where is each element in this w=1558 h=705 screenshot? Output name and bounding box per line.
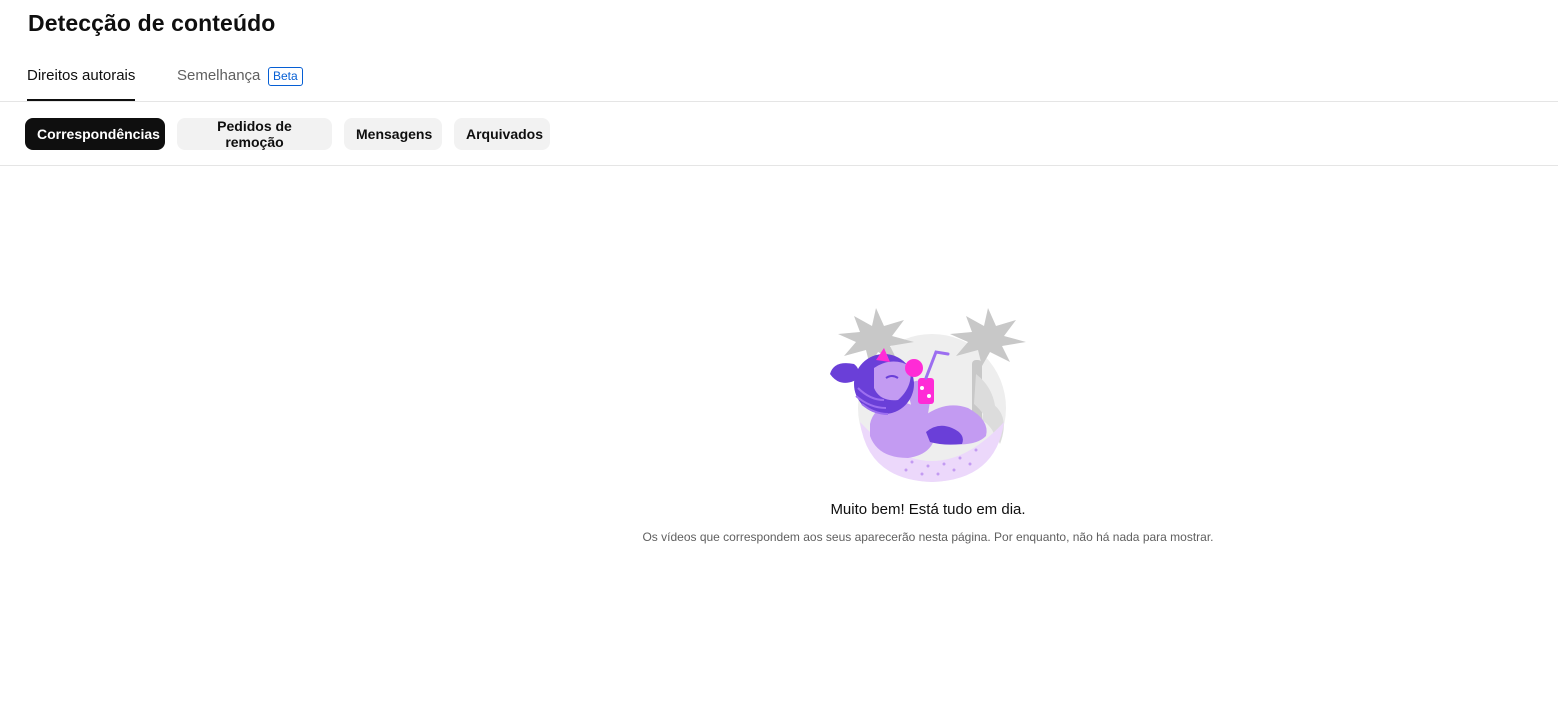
chip-archived[interactable]: Arquivados: [454, 118, 550, 150]
chip-matches[interactable]: Correspondências: [25, 118, 165, 150]
empty-state-subtitle: Os vídeos que correspondem aos seus apar…: [642, 530, 1214, 544]
tab-copyright[interactable]: Direitos autorais: [27, 52, 136, 101]
filter-chip-bar: Correspondências Pedidos de remoção Mens…: [0, 101, 1558, 166]
chip-removal-requests[interactable]: Pedidos de remoção: [177, 118, 332, 150]
chip-messages[interactable]: Mensagens: [344, 118, 442, 150]
empty-state-title: Muito bem! Está tudo em dia.: [830, 501, 1026, 518]
tab-likeness[interactable]: Semelhança: [177, 52, 260, 100]
relaxing-person-hammock-illustration: [830, 308, 1026, 482]
beta-badge: Beta: [268, 67, 303, 86]
tab-bar: Direitos autorais Semelhança Beta: [0, 52, 1558, 102]
page-title: Detecção de conteúdo: [28, 10, 276, 36]
